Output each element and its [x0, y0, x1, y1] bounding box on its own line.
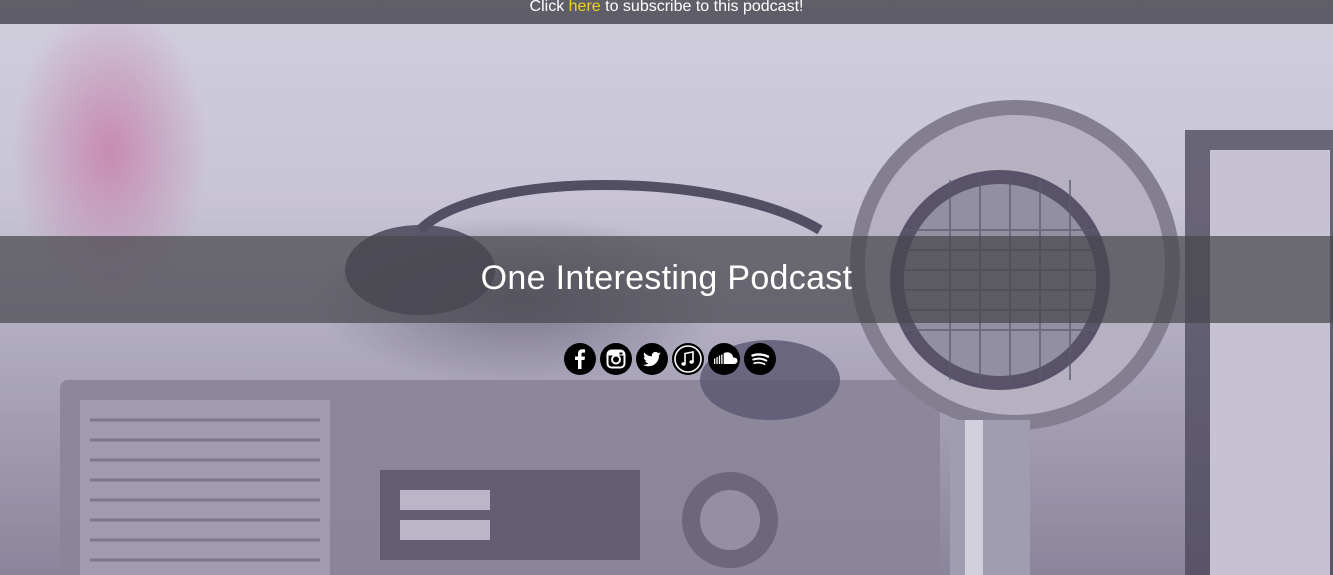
- title-bar: One Interesting Podcast: [0, 236, 1333, 323]
- apple-music-link[interactable]: [672, 343, 704, 375]
- apple-music-icon: [674, 345, 702, 373]
- spotify-link[interactable]: [744, 343, 776, 375]
- subscribe-banner: Click here to subscribe to this podcast!: [0, 0, 1333, 24]
- spotify-icon: [751, 353, 770, 366]
- banner-prefix: Click: [529, 0, 565, 15]
- instagram-link[interactable]: [600, 343, 632, 375]
- soundcloud-link[interactable]: [708, 343, 740, 375]
- twitter-link[interactable]: [636, 343, 668, 375]
- soundcloud-icon: [712, 352, 738, 364]
- social-links: [564, 343, 776, 375]
- banner-suffix: to subscribe to this podcast!: [605, 0, 804, 15]
- instagram-icon: [606, 349, 626, 369]
- facebook-icon: [575, 349, 586, 369]
- subscribe-link[interactable]: here: [569, 0, 601, 15]
- facebook-link[interactable]: [564, 343, 596, 375]
- podcast-title: One Interesting Podcast: [480, 259, 853, 297]
- twitter-icon: [642, 351, 661, 367]
